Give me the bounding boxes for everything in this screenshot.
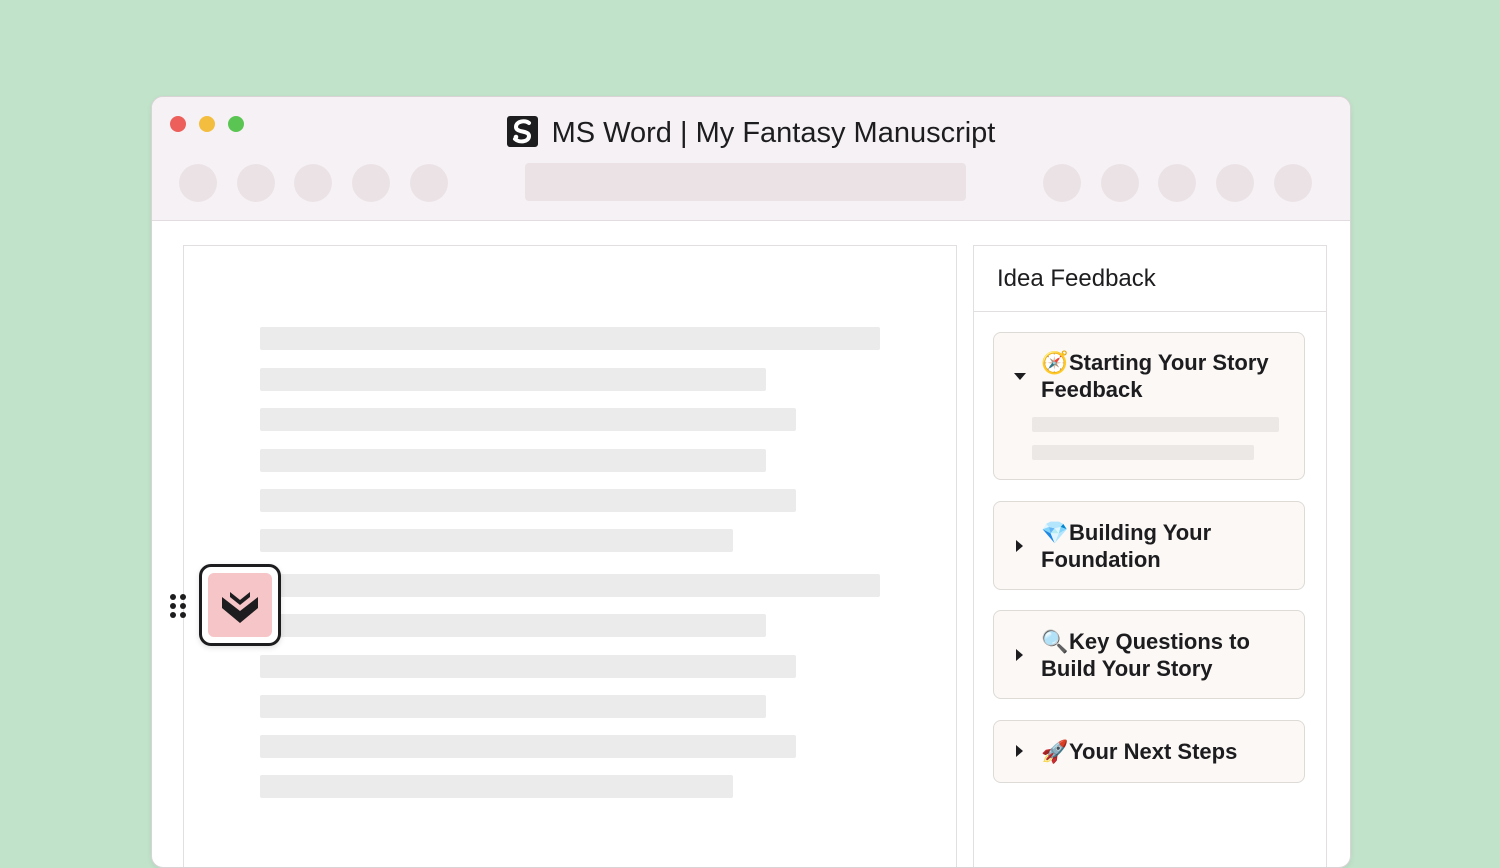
s-logo-icon	[506, 116, 538, 147]
feedback-card-starting-your-story[interactable]: 🧭Starting Your Story Feedback	[993, 332, 1305, 480]
toolbar-button[interactable]	[1101, 164, 1139, 202]
toolbar-search-bar[interactable]	[525, 163, 966, 201]
text-line-placeholder	[260, 529, 733, 552]
idea-feedback-panel: Idea Feedback 🧭Starting Your Story Feedb…	[973, 245, 1327, 867]
document-title: My Fantasy Manuscript	[695, 117, 996, 149]
magnifier-icon: 🔍	[1041, 629, 1069, 654]
drag-handle-icon[interactable]	[170, 594, 188, 624]
rocket-icon: 🚀	[1041, 739, 1069, 764]
chevron-right-icon[interactable]	[1016, 745, 1023, 757]
title-separator: |	[680, 117, 688, 149]
text-line-placeholder	[260, 489, 796, 512]
toolbar-button[interactable]	[294, 164, 332, 202]
toolbar-button[interactable]	[1274, 164, 1312, 202]
card-title: Your Next Steps	[1069, 739, 1238, 764]
text-line-placeholder	[260, 449, 766, 472]
card-title: Key Questions to Build Your Story	[1041, 629, 1250, 681]
text-line-placeholder	[260, 614, 766, 637]
text-line-placeholder	[260, 408, 796, 431]
gem-icon: 💎	[1041, 520, 1069, 545]
feedback-card-your-next-steps[interactable]: 🚀Your Next Steps	[993, 720, 1305, 783]
chevron-down-icon[interactable]	[1014, 373, 1026, 380]
feedback-card-key-questions[interactable]: 🔍Key Questions to Build Your Story	[993, 610, 1305, 699]
text-line-placeholder	[260, 368, 766, 391]
text-line-placeholder	[1032, 417, 1279, 432]
toolbar-button[interactable]	[1158, 164, 1196, 202]
feedback-card-building-your-foundation[interactable]: 💎Building Your Foundation	[993, 501, 1305, 590]
card-title: Starting Your Story Feedback	[1041, 350, 1269, 402]
text-line-placeholder	[260, 695, 766, 718]
text-line-placeholder	[1032, 445, 1254, 460]
toolbar-button[interactable]	[352, 164, 390, 202]
panel-title: Idea Feedback	[974, 246, 1326, 312]
document-page[interactable]	[183, 245, 957, 867]
book-heart-icon	[208, 573, 272, 637]
app-name: MS Word	[551, 117, 672, 149]
title-bar: MS Word | My Fantasy Manuscript	[152, 97, 1350, 221]
assistant-badge-button[interactable]	[199, 564, 281, 646]
text-line-placeholder	[260, 775, 733, 798]
text-line-placeholder	[260, 327, 880, 350]
toolbar-button[interactable]	[179, 164, 217, 202]
text-line-placeholder	[260, 735, 796, 758]
app-window: MS Word | My Fantasy Manuscript Idea Fee…	[151, 96, 1351, 868]
compass-icon: 🧭	[1041, 350, 1069, 375]
toolbar-button[interactable]	[1216, 164, 1254, 202]
toolbar-button[interactable]	[410, 164, 448, 202]
toolbar-button[interactable]	[237, 164, 275, 202]
chevron-right-icon[interactable]	[1016, 540, 1023, 552]
chevron-right-icon[interactable]	[1016, 649, 1023, 661]
text-line-placeholder	[260, 574, 880, 597]
text-line-placeholder	[260, 655, 796, 678]
toolbar-button[interactable]	[1043, 164, 1081, 202]
window-title: MS Word | My Fantasy Manuscript	[152, 113, 1350, 153]
